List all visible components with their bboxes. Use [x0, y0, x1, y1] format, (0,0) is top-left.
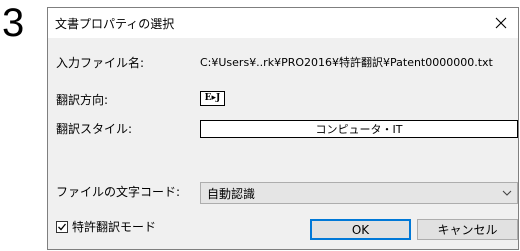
style-label: 翻訳スタイル: [56, 122, 133, 136]
step-number: 3 [2, 1, 25, 45]
document-properties-dialog: 文書プロパティの選択 入力ファイル名: C:¥Users¥..rk¥PRO201… [47, 7, 519, 250]
chevron-down-icon [502, 190, 512, 196]
encoding-select-value: 自動認識 [207, 187, 256, 201]
dialog-title: 文書プロパティの選択 [55, 17, 175, 31]
style-button[interactable]: コンピュータ・IT [200, 120, 518, 138]
encoding-label: ファイルの文字コード: [56, 185, 181, 199]
direction-badge[interactable]: E▸J [200, 91, 225, 106]
patent-mode-row: 特許翻訳モード [56, 220, 156, 234]
close-button[interactable] [484, 8, 518, 38]
close-icon [495, 17, 507, 29]
input-file-path: C:¥Users¥..rk¥PRO2016¥特許翻訳¥Patent0000000… [200, 56, 493, 69]
patent-mode-label: 特許翻訳モード [72, 220, 157, 234]
cancel-button[interactable]: キャンセル [417, 219, 518, 240]
direction-label: 翻訳方向: [56, 93, 109, 107]
encoding-select[interactable]: 自動認識 [200, 182, 518, 204]
ok-button[interactable]: OK [310, 219, 411, 240]
patent-mode-checkbox[interactable] [56, 221, 68, 233]
checkmark-icon [58, 223, 67, 231]
title-bar: 文書プロパティの選択 [48, 8, 518, 38]
input-file-label: 入力ファイル名: [56, 56, 145, 70]
